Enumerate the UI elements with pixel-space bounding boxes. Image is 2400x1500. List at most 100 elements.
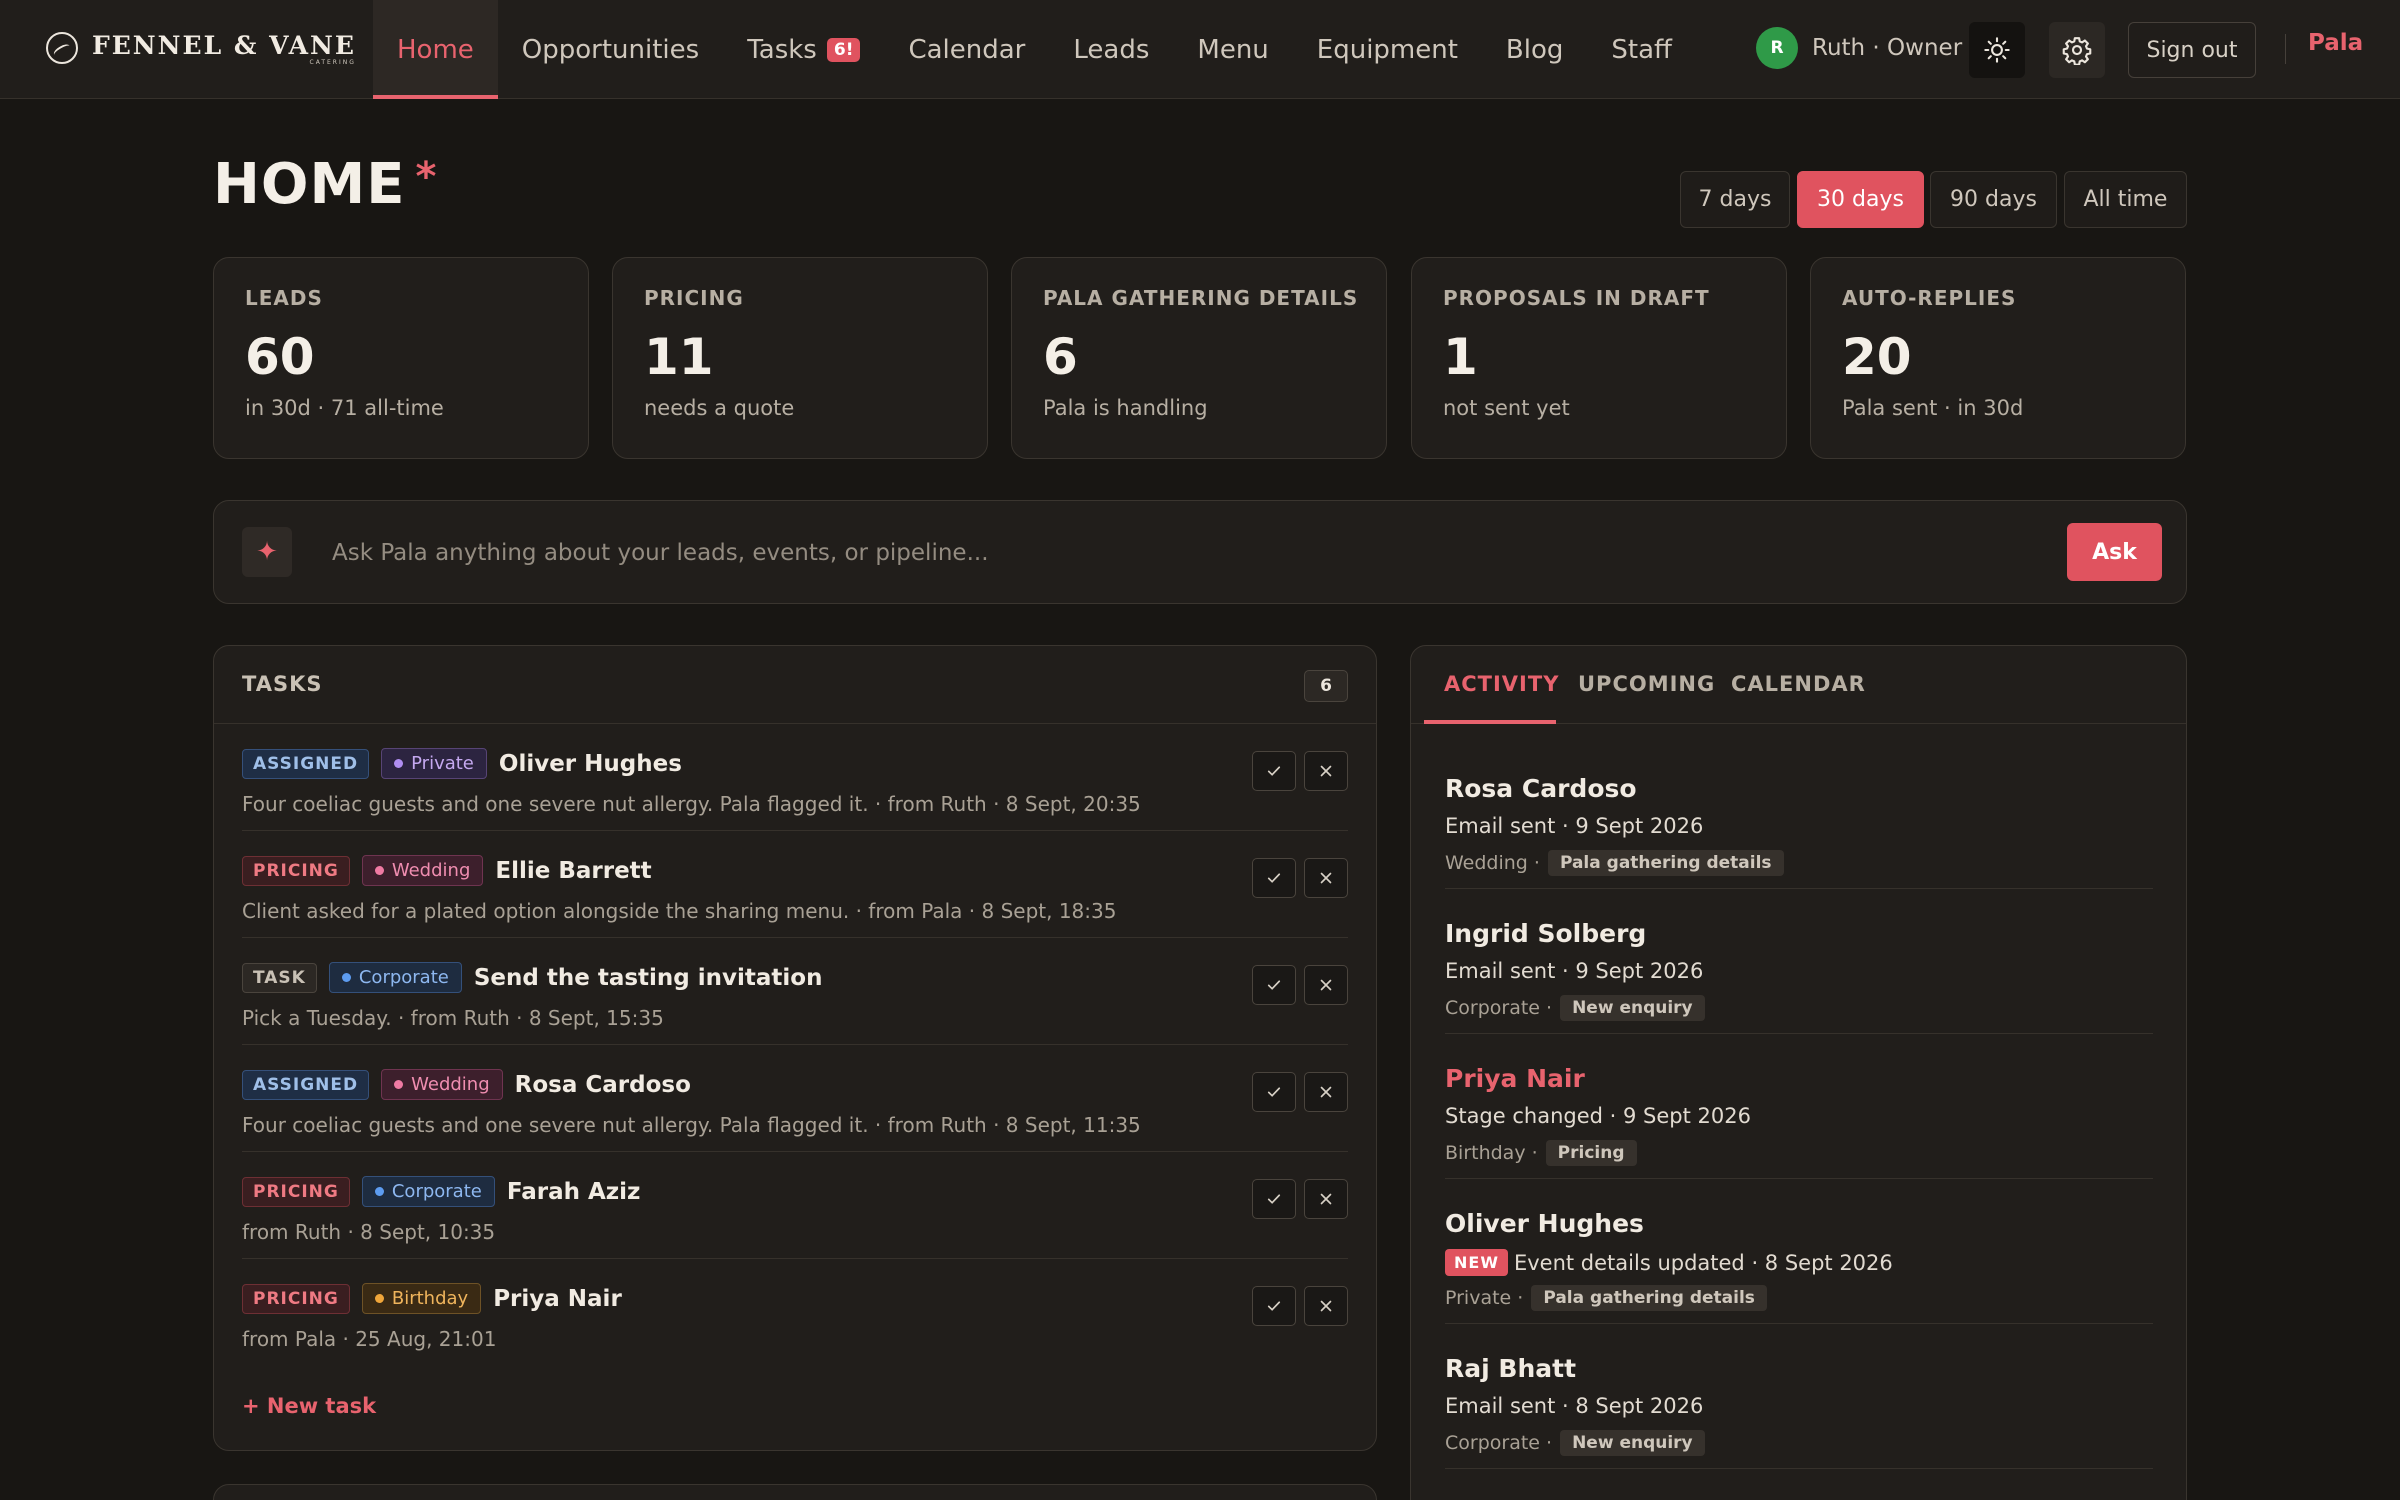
activity-tabs: ACTIVITY UPCOMING CALENDAR <box>1411 646 2186 724</box>
task-type-tag: TASK <box>242 962 317 993</box>
brand-name: FENNEL & VANE <box>92 30 356 60</box>
complete-task-button[interactable] <box>1252 965 1296 1005</box>
tasks-panel: TASKS 6 ASSIGNED Private Oliver Hughes F… <box>213 645 1377 1451</box>
activity-item[interactable]: Rosa Cardoso Email sent · 9 Sept 2026 We… <box>1445 744 2153 889</box>
task-row[interactable]: ASSIGNED Wedding Rosa Cardoso Four coeli… <box>242 1045 1348 1152</box>
user-menu[interactable]: R Ruth · Owner <box>1756 27 1963 69</box>
nav-staff[interactable]: Staff <box>1587 0 1696 99</box>
category-chip: Wedding <box>381 1069 503 1100</box>
tab-upcoming[interactable]: UPCOMING <box>1578 672 1715 696</box>
check-icon <box>1267 1194 1281 1204</box>
gear-icon <box>2062 37 2092 65</box>
activity-item[interactable]: Priya Nair Stage changed · 9 Sept 2026 B… <box>1445 1034 2153 1179</box>
complete-task-button[interactable] <box>1252 751 1296 791</box>
nav-calendar[interactable]: Calendar <box>884 0 1049 99</box>
stage-chip: Pala gathering details <box>1531 1285 1767 1311</box>
new-task-button[interactable]: + New task <box>242 1394 376 1418</box>
dismiss-task-button[interactable] <box>1304 1286 1348 1326</box>
activity-panel: ACTIVITY UPCOMING CALENDAR Rosa Cardoso … <box>1410 645 2187 1500</box>
activity-item[interactable]: Oliver Hughes NEW Event details updated … <box>1445 1179 2153 1324</box>
stat-card-leads[interactable]: LEADS 60 in 30d · 71 all-time <box>213 257 589 459</box>
stat-card-pricing[interactable]: PRICING 11 needs a quote <box>612 257 988 459</box>
task-details: Pick a Tuesday. · from Ruth · 8 Sept, 15… <box>242 1006 664 1030</box>
complete-task-button[interactable] <box>1252 858 1296 898</box>
activity-category: Birthday · <box>1445 1142 1538 1164</box>
range-90-days[interactable]: 90 days <box>1930 171 2057 228</box>
stage-chip: Pricing <box>1545 1140 1637 1166</box>
activity-description: Email sent · 8 Sept 2026 <box>1445 1394 1704 1418</box>
activity-contact-name: Raj Bhatt <box>1445 1354 1577 1383</box>
task-row[interactable]: TASK Corporate Send the tasting invitati… <box>242 938 1348 1045</box>
activity-description: Email sent · 9 Sept 2026 <box>1445 814 1704 838</box>
complete-task-button[interactable] <box>1252 1072 1296 1112</box>
close-icon <box>1320 1300 1332 1312</box>
category-chip: Corporate <box>361 1176 495 1207</box>
check-icon <box>1267 1087 1281 1097</box>
dismiss-task-button[interactable] <box>1304 1179 1348 1219</box>
activity-contact-name: Oliver Hughes <box>1445 1209 1644 1238</box>
check-icon <box>1267 873 1281 883</box>
nav-opportunities[interactable]: Opportunities <box>498 0 723 99</box>
activity-contact-name: Ingrid Solberg <box>1445 919 1647 948</box>
complete-task-button[interactable] <box>1252 1179 1296 1219</box>
sign-out-button[interactable]: Sign out <box>2128 22 2256 78</box>
task-title: Rosa Cardoso <box>514 1071 691 1098</box>
nav-leads[interactable]: Leads <box>1049 0 1173 99</box>
category-chip: Wedding <box>361 855 484 886</box>
ask-button[interactable]: Ask <box>2067 523 2162 581</box>
nav-blog[interactable]: Blog <box>1482 0 1587 99</box>
task-details: Four coeliac guests and one severe nut a… <box>242 792 1141 816</box>
close-icon <box>1320 1086 1332 1098</box>
ask-pala-bar: ✦ Ask <box>213 500 2187 604</box>
pala-assistant-link[interactable]: Pala <box>2308 30 2363 56</box>
task-details: Four coeliac guests and one severe nut a… <box>242 1113 1141 1137</box>
task-details: from Ruth · 8 Sept, 10:35 <box>242 1220 496 1244</box>
dismiss-task-button[interactable] <box>1304 965 1348 1005</box>
complete-task-button[interactable] <box>1252 1286 1296 1326</box>
task-row[interactable]: ASSIGNED Private Oliver Hughes Four coel… <box>242 724 1348 831</box>
activity-category: Wedding · <box>1445 852 1540 874</box>
check-icon <box>1267 766 1281 776</box>
nav-equipment[interactable]: Equipment <box>1293 0 1482 99</box>
tab-activity[interactable]: ACTIVITY <box>1444 672 1559 696</box>
activity-category: Private · <box>1445 1287 1524 1309</box>
activity-contact-name: Rosa Cardoso <box>1445 774 1637 803</box>
task-row[interactable]: PRICING Corporate Farah Aziz from Ruth ·… <box>242 1152 1348 1259</box>
nav-home[interactable]: Home <box>373 0 498 99</box>
nav-tasks[interactable]: Tasks 6! <box>723 0 884 99</box>
brand-subtitle: CATERING <box>309 58 356 66</box>
range-7-days[interactable]: 7 days <box>1680 171 1790 228</box>
activity-category: Corporate · <box>1445 997 1553 1019</box>
close-icon <box>1320 765 1332 777</box>
settings-button[interactable] <box>2049 22 2105 78</box>
stage-chip: New enquiry <box>1560 995 1705 1021</box>
check-icon <box>1267 1301 1281 1311</box>
task-row[interactable]: PRICING Birthday Priya Nair from Pala · … <box>242 1259 1348 1366</box>
user-name: Ruth · Owner <box>1812 35 1963 61</box>
sun-icon <box>1984 37 2010 63</box>
brand-mark-icon <box>46 32 78 64</box>
activity-item[interactable]: Ingrid Solberg Email sent · 9 Sept 2026 … <box>1445 889 2153 1034</box>
activity-description: Event details updated · 8 Sept 2026 <box>1513 1250 1893 1275</box>
task-type-tag: PRICING <box>242 1283 350 1314</box>
activity-description: Stage changed · 9 Sept 2026 <box>1445 1104 1751 1128</box>
category-chip: Birthday <box>361 1283 482 1314</box>
theme-toggle-button[interactable] <box>1969 22 2025 78</box>
next-panel <box>213 1484 1377 1500</box>
task-title: Send the tasting invitation <box>473 964 823 991</box>
range-30-days[interactable]: 30 days <box>1797 171 1924 228</box>
nav-menu[interactable]: Menu <box>1173 0 1292 99</box>
dismiss-task-button[interactable] <box>1304 751 1348 791</box>
stat-card-pala-gathering[interactable]: PALA GATHERING DETAILS 6 Pala is handlin… <box>1011 257 1387 459</box>
dismiss-task-button[interactable] <box>1304 1072 1348 1112</box>
dismiss-task-button[interactable] <box>1304 858 1348 898</box>
task-row[interactable]: PRICING Wedding Ellie Barrett Client ask… <box>242 831 1348 938</box>
category-chip: Private <box>381 748 487 779</box>
tab-calendar[interactable]: CALENDAR <box>1731 672 1866 696</box>
stat-card-proposals[interactable]: PROPOSALS IN DRAFT 1 not sent yet <box>1411 257 1787 459</box>
range-all-time[interactable]: All time <box>2064 171 2187 228</box>
ask-pala-input[interactable] <box>332 531 1932 575</box>
brand-logo[interactable]: FENNEL & VANE CATERING <box>46 28 356 68</box>
stat-card-auto-replies[interactable]: AUTO-REPLIES 20 Pala sent · in 30d <box>1810 257 2186 459</box>
activity-item[interactable]: Raj Bhatt Email sent · 8 Sept 2026 Corpo… <box>1445 1324 2153 1469</box>
